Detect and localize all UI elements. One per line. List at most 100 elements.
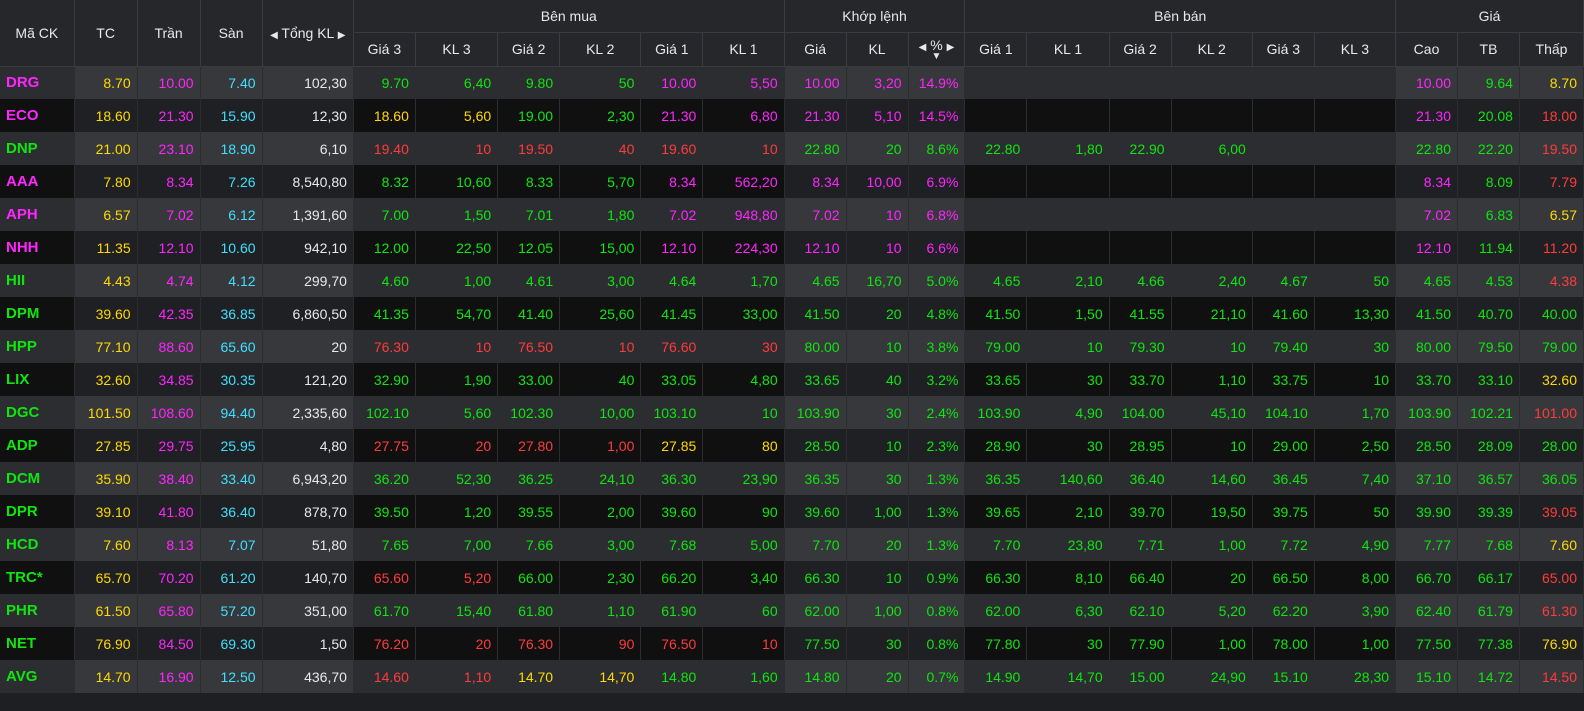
- table-row[interactable]: PHR 61.50 65.80 57.20 351,00 61.70 15,40 61.80 1…: [0, 594, 1584, 627]
- sell-price-3-cell: 7.72: [1252, 528, 1315, 561]
- caret-left-icon[interactable]: ◀: [919, 42, 927, 53]
- symbol-cell[interactable]: PHR: [0, 594, 75, 627]
- col-header-sell-vol-3[interactable]: KL 3: [1314, 32, 1397, 67]
- buy-vol-3-cell: 52,30: [415, 462, 499, 495]
- col-header-buy-vol-1[interactable]: KL 1: [702, 32, 785, 67]
- symbol-cell[interactable]: AAA: [0, 165, 75, 198]
- buy-vol-3-cell: 5,60: [415, 99, 499, 132]
- col-header-ref[interactable]: TC: [74, 0, 138, 67]
- symbol-header-label: Mã CK: [15, 24, 59, 41]
- col-header-match-price[interactable]: Giá: [784, 32, 847, 67]
- table-row[interactable]: ECO 18.60 21.30 15.90 12,30 18.60 5,60 19.00 2,3…: [0, 99, 1584, 132]
- table-row[interactable]: LIX 32.60 34.85 30.35 121,20 32.90 1,90 33.00 40…: [0, 363, 1584, 396]
- col-header-floor[interactable]: Sàn: [200, 0, 263, 67]
- symbol-cell[interactable]: TRC*: [0, 561, 75, 594]
- col-header-buy-vol-3[interactable]: KL 3: [415, 32, 499, 67]
- floor-price-cell: 65.60: [200, 330, 263, 363]
- symbol-cell[interactable]: DCM: [0, 462, 75, 495]
- table-row[interactable]: DPM 39.60 42.35 36.85 6,860,50 41.35 54,70 41.4…: [0, 297, 1584, 330]
- caret-left-icon[interactable]: ◀: [270, 30, 278, 41]
- table-row[interactable]: DNP 21.00 23.10 18.90 6,10 19.40 10 19.50 40 19.6…: [0, 132, 1584, 165]
- col-header-sell-vol-2[interactable]: KL 2: [1171, 32, 1253, 67]
- table-row[interactable]: DCM 35.90 38.40 33.40 6,943,20 36.20 52,30 36.2…: [0, 462, 1584, 495]
- col-header-buy-price-2[interactable]: Giá 2: [497, 32, 561, 67]
- floor-price-cell: 57.20: [200, 594, 263, 627]
- high-price-cell: 33.70: [1395, 363, 1458, 396]
- col-header-sell-price-3[interactable]: Giá 3: [1252, 32, 1315, 67]
- col-header-low[interactable]: Thấp: [1519, 32, 1584, 67]
- buy-price-2-cell: 19.50: [497, 132, 561, 165]
- match-price-cell: 103.90: [784, 396, 847, 429]
- table-row[interactable]: AAA 7.80 8.34 7.26 8,540,80 8.32 10,60 8.33 5,70…: [0, 165, 1584, 198]
- caret-right-icon[interactable]: ▶: [947, 42, 955, 53]
- table-row[interactable]: HII 4.43 4.74 4.12 299,70 4.60 1,00 4.61 3,00 4.6…: [0, 264, 1584, 297]
- table-row[interactable]: DGC 101.50 108.60 94.40 2,335,60 102.10 5,60 10…: [0, 396, 1584, 429]
- sort-desc-icon[interactable]: ▼: [915, 52, 959, 62]
- symbol-cell[interactable]: HPP: [0, 330, 75, 363]
- table-row[interactable]: NET 76.90 84.50 69.30 1,50 76.20 20 76.30 90 76.5…: [0, 627, 1584, 660]
- symbol-cell[interactable]: ECO: [0, 99, 75, 132]
- caret-right-icon[interactable]: ▶: [338, 30, 346, 41]
- buy-price-2-cell: 36.25: [497, 462, 561, 495]
- col-header-sell-vol-1[interactable]: KL 1: [1026, 32, 1110, 67]
- table-row[interactable]: HPP 77.10 88.60 65.60 20 76.30 10 76.50 10 76.60 3…: [0, 330, 1584, 363]
- match-price-cell: 66.30: [784, 561, 847, 594]
- table-row[interactable]: ADP 27.85 29.75 25.95 4,80 27.75 20 27.80 1,00 27…: [0, 429, 1584, 462]
- match-vol-cell: 20: [846, 297, 909, 330]
- symbol-cell[interactable]: DNP: [0, 132, 75, 165]
- low-price-cell: 11.20: [1519, 231, 1584, 264]
- low-price-cell: 101.00: [1519, 396, 1584, 429]
- symbol-cell[interactable]: DPM: [0, 297, 75, 330]
- col-header-buy-vol-2[interactable]: KL 2: [559, 32, 642, 67]
- table-row[interactable]: APH 6.57 7.02 6.12 1,391,60 7.00 1,50 7.01 1,80 7…: [0, 198, 1584, 231]
- symbol-cell[interactable]: APH: [0, 198, 75, 231]
- symbol-cell[interactable]: DPR: [0, 495, 75, 528]
- table-row[interactable]: HCD 7.60 8.13 7.07 51,80 7.65 7,00 7.66 3,00 7.68…: [0, 528, 1584, 561]
- buy-price-3-cell: 76.30: [353, 330, 416, 363]
- col-header-total-volume[interactable]: ◀ Tổng KL ▶: [262, 0, 354, 67]
- high-price-cell: 4.65: [1395, 264, 1458, 297]
- sell-vol-3-cell: 50: [1314, 264, 1397, 297]
- symbol-cell[interactable]: NET: [0, 627, 75, 660]
- table-row[interactable]: TRC* 65.70 70.20 61.20 140,70 65.60 5,20 66.00 2…: [0, 561, 1584, 594]
- col-header-average[interactable]: TB: [1457, 32, 1520, 67]
- floor-price-cell: 7.26: [200, 165, 263, 198]
- floor-price-cell: 7.40: [200, 66, 263, 99]
- col-header-high[interactable]: Cao: [1395, 32, 1458, 67]
- col-header-buy-price-3[interactable]: Giá 3: [353, 32, 416, 67]
- low-price-cell: 40.00: [1519, 297, 1584, 330]
- col-header-symbol[interactable]: Mã CK: [0, 0, 75, 67]
- table-row[interactable]: DPR 39.10 41.80 36.40 878,70 39.50 1,20 39.55 2,…: [0, 495, 1584, 528]
- buy-price-1-cell: 66.20: [640, 561, 704, 594]
- sell-vol-2-cell: [1171, 66, 1253, 99]
- symbol-cell[interactable]: DRG: [0, 66, 75, 99]
- table-row[interactable]: DRG 8.70 10.00 7.40 102,30 9.70 6,40 9.80 50 10.0…: [0, 66, 1584, 99]
- symbol-cell[interactable]: HCD: [0, 528, 75, 561]
- col-header-change-percent[interactable]: ◀ % ▶ ▼: [908, 32, 966, 67]
- col-header-sell-price-2[interactable]: Giá 2: [1109, 32, 1172, 67]
- ref-price-cell: 39.10: [74, 495, 138, 528]
- sell-price-1-cell: 14.90: [964, 660, 1028, 693]
- change-percent-cell: 1.3%: [908, 462, 966, 495]
- table-row[interactable]: NHH 11.35 12.10 10.60 942,10 12.00 22,50 12.05 1…: [0, 231, 1584, 264]
- col-header-buy-price-1[interactable]: Giá 1: [640, 32, 704, 67]
- avg-price-cell: 102.21: [1457, 396, 1520, 429]
- buy-vol-1-cell: 33,00: [702, 297, 785, 330]
- buy-price-2-cell: 12.05: [497, 231, 561, 264]
- symbol-cell[interactable]: NHH: [0, 231, 75, 264]
- sell-vol-2-cell: 10: [1171, 429, 1253, 462]
- col-header-ceiling[interactable]: Trần: [137, 0, 201, 67]
- table-row[interactable]: AVG 14.70 16.90 12.50 436,70 14.60 1,10 14.70 14…: [0, 660, 1584, 693]
- col-header-sell-price-1[interactable]: Giá 1: [964, 32, 1028, 67]
- buy-price-1-cell: 36.30: [640, 462, 704, 495]
- symbol-cell[interactable]: AVG: [0, 660, 75, 693]
- sell-vol-3-cell: 1,70: [1314, 396, 1397, 429]
- sell-price-1-cell: [964, 66, 1028, 99]
- buy-vol-3-cell: 7,00: [415, 528, 499, 561]
- symbol-cell[interactable]: HII: [0, 264, 75, 297]
- floor-price-cell: 10.60: [200, 231, 263, 264]
- col-header-match-vol[interactable]: KL: [846, 32, 909, 67]
- symbol-cell[interactable]: ADP: [0, 429, 75, 462]
- symbol-cell[interactable]: LIX: [0, 363, 75, 396]
- symbol-cell[interactable]: DGC: [0, 396, 75, 429]
